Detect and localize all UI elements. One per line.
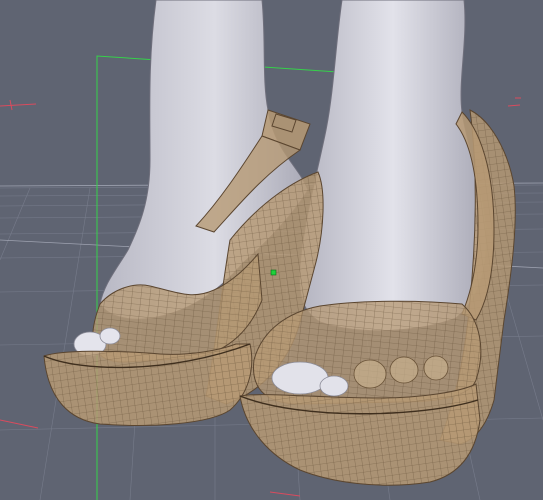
3d-viewport[interactable] — [0, 0, 543, 500]
pivot-marker[interactable] — [270, 269, 277, 276]
viewport-scene[interactable] — [0, 0, 543, 500]
right-leg[interactable] — [298, 0, 487, 332]
